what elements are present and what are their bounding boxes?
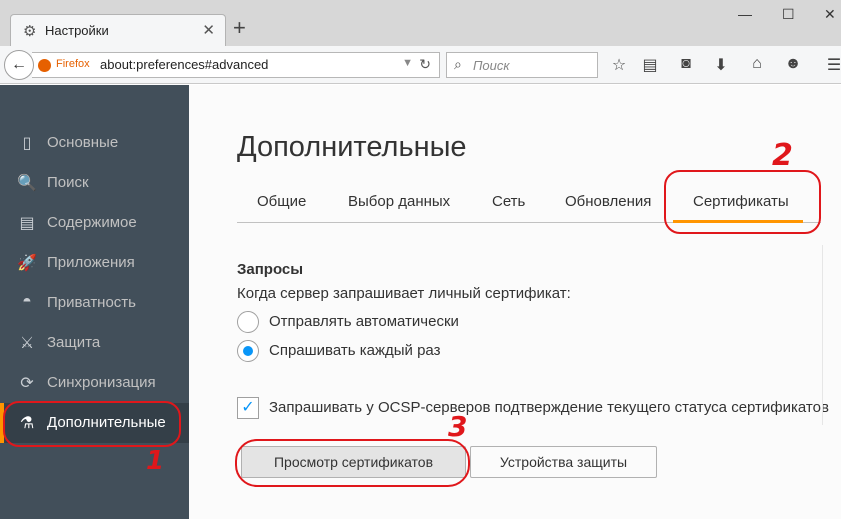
sidebar-item-privacy[interactable]: ◓ Приватность	[0, 283, 189, 323]
gear-icon: ⚙	[23, 23, 37, 40]
tab-network[interactable]: Сеть	[492, 193, 525, 210]
ocsp-checkbox[interactable]: ✓	[237, 397, 259, 419]
sidebar-item-label: Поиск	[47, 174, 89, 191]
home-icon[interactable]: ⌂	[747, 55, 767, 73]
reading-list-icon[interactable]: ▤	[640, 55, 660, 75]
ocsp-label[interactable]: Запрашивать у OCSP-серверов подтверждени…	[269, 399, 829, 416]
section-title: Запросы	[237, 261, 304, 278]
search-icon: ⌕	[454, 56, 462, 72]
url-bar[interactable]: Firefox about:preferences#advanced ▼ ↻	[32, 52, 440, 78]
smiley-icon[interactable]: ☻	[783, 55, 803, 73]
url-text[interactable]: about:preferences#advanced	[100, 57, 268, 72]
close-window-button[interactable]: ✕	[824, 6, 836, 23]
annotation-box-1	[3, 401, 181, 447]
divider	[822, 245, 823, 425]
identity-label: Firefox	[56, 58, 90, 70]
sidebar-item-content[interactable]: ▤ Содержимое	[0, 203, 189, 243]
rocket-icon: 🚀	[17, 255, 37, 272]
sidebar-item-label: Синхронизация	[47, 374, 156, 391]
sidebar-item-label: Приватность	[47, 294, 136, 311]
general-icon: ▯	[22, 135, 32, 152]
nav-bar: Firefox about:preferences#advanced ▼ ↻ ←…	[0, 46, 841, 84]
sync-icon: ⟳	[20, 375, 34, 392]
annotation-box-2	[664, 170, 821, 234]
search-input[interactable]: ⌕ Поиск	[446, 52, 598, 78]
title-bar: ⚙ Настройки ✕ + — ☐ ✕	[0, 0, 841, 47]
sidebar-item-label: Защита	[47, 334, 101, 351]
mask-icon: ◓	[22, 293, 32, 310]
maximize-button[interactable]: ☐	[782, 6, 795, 23]
minimize-button[interactable]: —	[738, 6, 752, 22]
section-description: Когда сервер запрашивает личный сертифик…	[237, 285, 571, 302]
tab-settings[interactable]: ⚙ Настройки ✕	[10, 14, 226, 47]
annotation-number-2: 2	[772, 138, 793, 173]
tab-updates[interactable]: Обновления	[565, 193, 651, 210]
url-dropdown-icon[interactable]: ▼	[402, 57, 413, 69]
search-icon: 🔍	[17, 175, 37, 192]
tab-general[interactable]: Общие	[257, 193, 306, 210]
radio-ask[interactable]	[237, 340, 259, 362]
content-icon: ▤	[19, 215, 35, 232]
security-devices-button[interactable]: Устройства защиты	[470, 446, 657, 478]
reload-icon[interactable]: ↻	[419, 56, 431, 73]
tab-close-icon[interactable]: ✕	[202, 21, 215, 39]
firefox-icon	[38, 59, 51, 72]
back-button[interactable]: ←	[4, 50, 34, 80]
radio-auto-label[interactable]: Отправлять автоматически	[269, 313, 459, 330]
radio-auto[interactable]	[237, 311, 259, 333]
menu-icon[interactable]: ☰	[824, 55, 841, 75]
new-tab-button[interactable]: +	[233, 17, 246, 39]
page-title: Дополнительные	[237, 131, 467, 163]
sidebar-item-label: Основные	[47, 134, 119, 151]
star-icon[interactable]: ☆	[609, 55, 629, 75]
search-placeholder: Поиск	[473, 58, 510, 73]
tab-data-choices[interactable]: Выбор данных	[348, 193, 450, 210]
sidebar-item-applications[interactable]: 🚀 Приложения	[0, 243, 189, 283]
tab-title: Настройки	[45, 23, 109, 38]
sidebar-item-search[interactable]: 🔍 Поиск	[0, 163, 189, 203]
annotation-number-1: 1	[146, 446, 165, 476]
pocket-icon[interactable]: ◙	[676, 55, 696, 73]
sidebar-item-label: Приложения	[47, 254, 135, 271]
download-icon[interactable]: ⬇	[711, 55, 731, 75]
sidebar-item-sync[interactable]: ⟳ Синхронизация	[0, 363, 189, 403]
security-icon: ⚔	[19, 335, 35, 352]
sidebar-item-general[interactable]: ▯ Основные	[0, 123, 189, 163]
sidebar-item-label: Содержимое	[47, 214, 137, 231]
radio-ask-label[interactable]: Спрашивать каждый раз	[269, 342, 440, 359]
annotation-box-3	[235, 439, 470, 487]
sidebar-item-security[interactable]: ⚔ Защита	[0, 323, 189, 363]
annotation-number-3: 3	[448, 410, 468, 443]
